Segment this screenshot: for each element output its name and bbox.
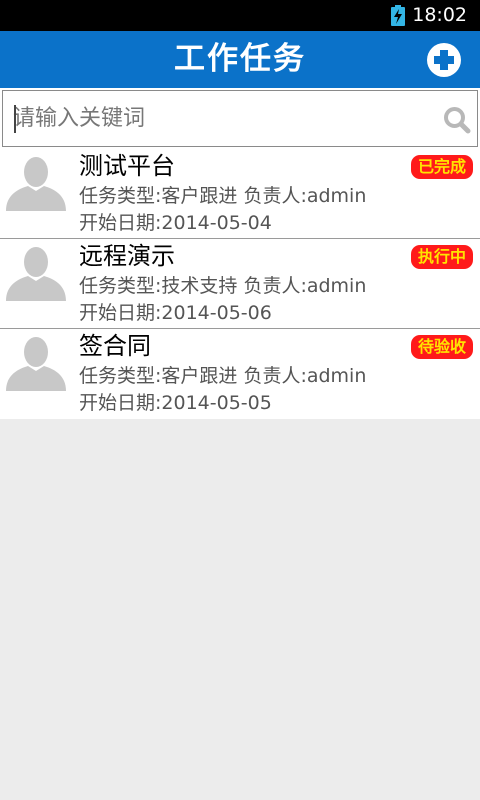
task-list: 测试平台 任务类型:客户跟进 负责人:admin 开始日期:2014-05-04… [0, 149, 480, 419]
status-clock: 18:02 [412, 4, 467, 26]
task-item[interactable]: 远程演示 任务类型:技术支持 负责人:admin 开始日期:2014-05-06… [0, 239, 480, 329]
task-type-owner: 任务类型:技术支持 负责人:admin [79, 275, 367, 297]
task-type-owner: 任务类型:客户跟进 负责人:admin [79, 365, 367, 387]
task-title: 远程演示 [79, 242, 175, 270]
page-title: 工作任务 [174, 41, 306, 77]
search-box [2, 90, 478, 147]
status-badge: 已完成 [410, 155, 473, 179]
task-item[interactable]: 测试平台 任务类型:客户跟进 负责人:admin 开始日期:2014-05-04… [0, 149, 480, 239]
battery-charging-icon [391, 5, 405, 26]
search-input[interactable] [13, 91, 433, 146]
task-title: 测试平台 [79, 152, 175, 180]
search-icon[interactable] [443, 106, 471, 134]
task-start-date: 开始日期:2014-05-04 [79, 212, 272, 234]
user-avatar-icon [6, 157, 66, 211]
add-task-button[interactable] [426, 42, 462, 78]
status-bar: 18:02 [0, 0, 480, 31]
user-avatar-icon [6, 337, 66, 391]
task-title: 签合同 [79, 332, 151, 360]
search-bar [0, 88, 480, 149]
task-start-date: 开始日期:2014-05-06 [79, 302, 272, 324]
text-cursor [14, 105, 16, 133]
task-type-owner: 任务类型:客户跟进 负责人:admin [79, 185, 367, 207]
task-start-date: 开始日期:2014-05-05 [79, 392, 272, 414]
status-badge: 执行中 [410, 245, 473, 269]
status-badge: 待验收 [410, 335, 473, 359]
task-item[interactable]: 签合同 任务类型:客户跟进 负责人:admin 开始日期:2014-05-05 … [0, 329, 480, 419]
user-avatar-icon [6, 247, 66, 301]
app-header: 工作任务 [0, 31, 480, 88]
